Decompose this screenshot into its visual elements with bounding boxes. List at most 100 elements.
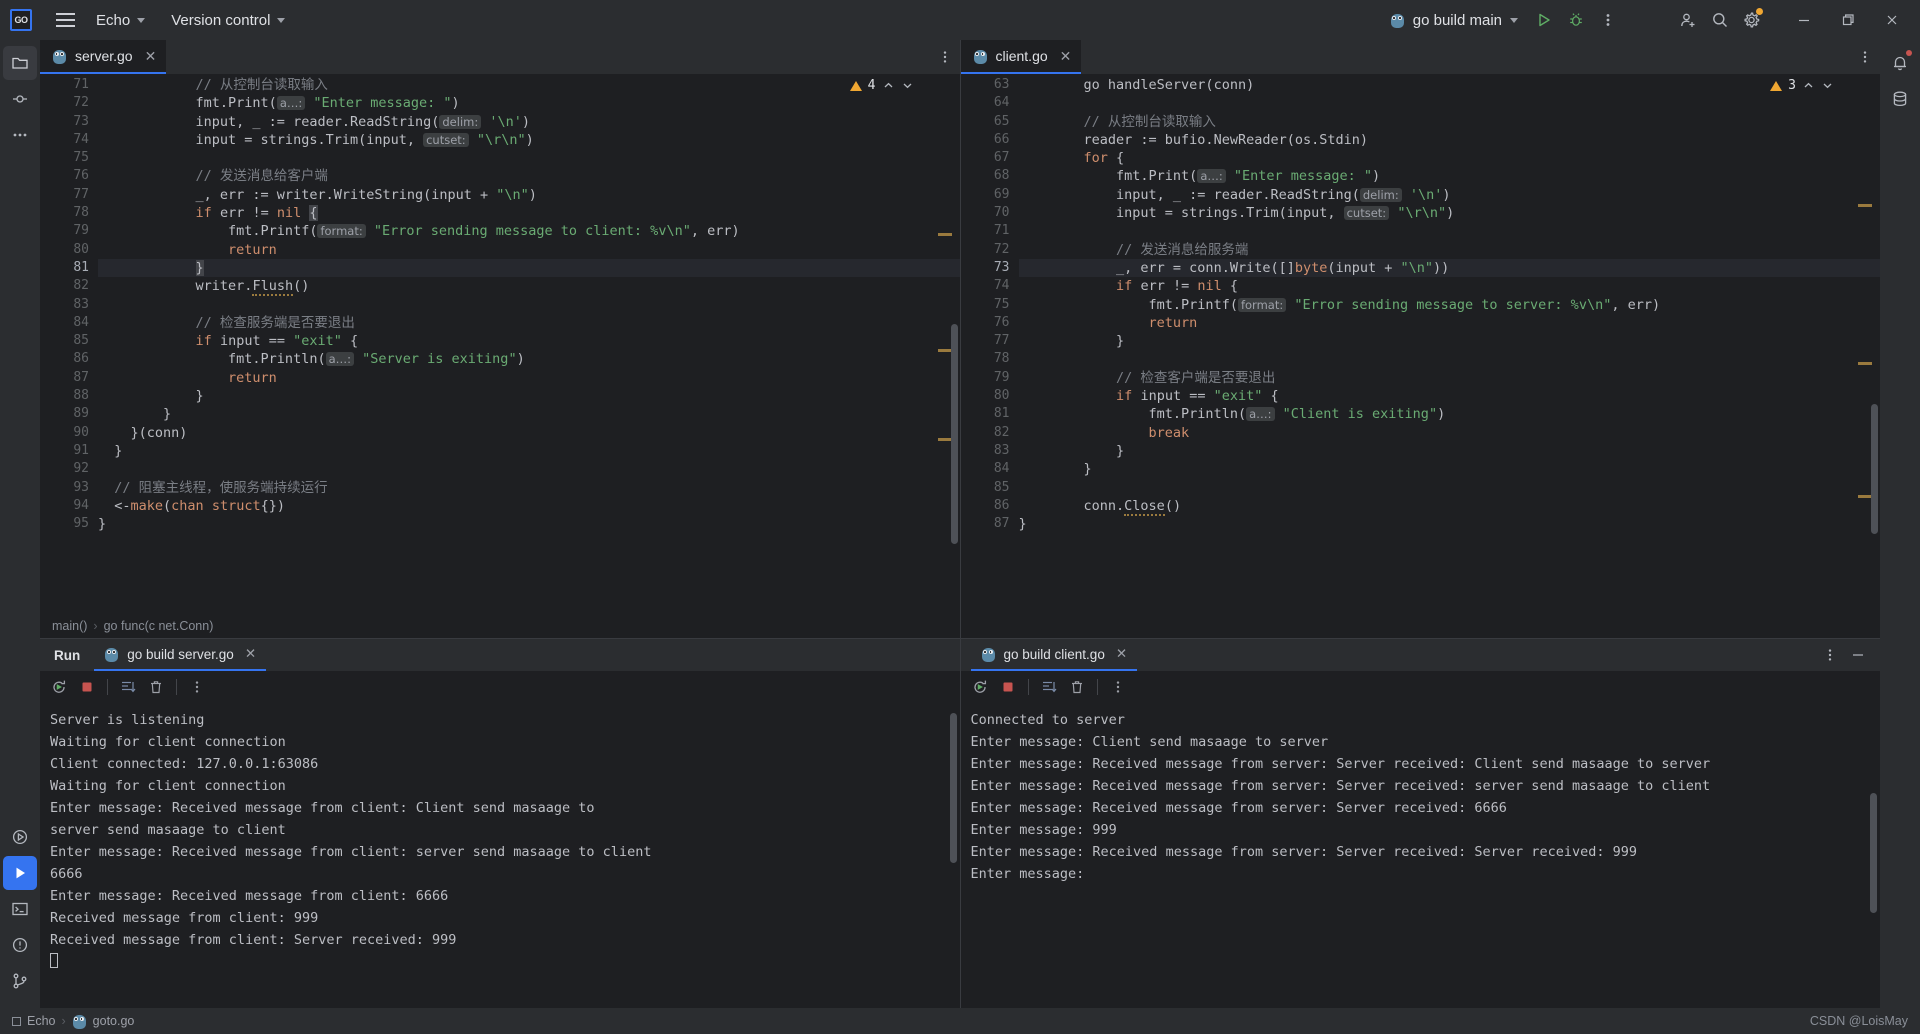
code-line[interactable]: go handleServer(conn): [1019, 76, 1881, 94]
code-line[interactable]: input = strings.Trim(input, cutset: "\r\…: [1019, 204, 1881, 222]
inspection-widget-left[interactable]: 4: [849, 78, 914, 93]
status-project-crumb[interactable]: Echo › goto.go: [12, 1013, 134, 1029]
tab-close-icon[interactable]: ✕: [1060, 48, 1072, 65]
code-line[interactable]: // 发送消息给服务端: [1019, 241, 1881, 259]
code-line[interactable]: }: [98, 405, 960, 423]
code-line[interactable]: }: [98, 387, 960, 405]
code-line[interactable]: fmt.Println(a…: "Server is exiting"): [98, 350, 960, 368]
run-options-icon[interactable]: [1816, 639, 1844, 671]
console-scrollbar[interactable]: [1870, 793, 1877, 913]
code-line[interactable]: fmt.Println(a…: "Client is exiting"): [1019, 405, 1881, 423]
maximize-button[interactable]: [1826, 0, 1870, 40]
code-line[interactable]: }(conn): [98, 424, 960, 442]
code-content-right[interactable]: go handleServer(conn) // 从控制台读取输入 reader…: [1018, 74, 1881, 614]
more-vertical-icon[interactable]: [184, 674, 210, 700]
notifications-icon[interactable]: [1883, 46, 1917, 80]
code-line[interactable]: // 检查服务端是否要退出: [98, 314, 960, 332]
sidebar-item-project[interactable]: [3, 46, 37, 80]
code-content-left[interactable]: // 从控制台读取输入 fmt.Print(a…: "Enter message…: [98, 74, 960, 614]
inspection-widget-right[interactable]: 3: [1770, 78, 1834, 93]
code-line[interactable]: [1019, 350, 1881, 368]
code-line[interactable]: }: [1019, 460, 1881, 478]
code-line[interactable]: // 从控制台读取输入: [98, 76, 960, 94]
tab-close-icon[interactable]: ✕: [145, 48, 157, 65]
code-line[interactable]: if input == "exit" {: [98, 332, 960, 350]
scroll-to-end-icon[interactable]: [1036, 674, 1062, 700]
run-tab-server[interactable]: go build server.go ✕: [94, 639, 267, 671]
close-button[interactable]: [1870, 0, 1914, 40]
code-line[interactable]: [98, 296, 960, 314]
tab-client-go[interactable]: client.go ✕: [960, 40, 1082, 74]
next-problem-icon[interactable]: [901, 79, 914, 92]
code-line[interactable]: [1019, 222, 1881, 240]
stop-icon[interactable]: [74, 674, 100, 700]
code-line[interactable]: if err != nil {: [98, 204, 960, 222]
run-configuration-selector[interactable]: go build main: [1380, 8, 1528, 33]
code-line[interactable]: conn.Close(): [1019, 497, 1881, 516]
sidebar-item-run[interactable]: [3, 856, 37, 890]
code-line[interactable]: fmt.Print(a…: "Enter message: "): [98, 94, 960, 112]
run-tab-close-icon[interactable]: ✕: [245, 646, 256, 662]
editor-options-right[interactable]: [1850, 40, 1880, 74]
search-button[interactable]: [1705, 5, 1735, 35]
code-line[interactable]: fmt.Printf(format: "Error sending messag…: [98, 222, 960, 240]
rerun-icon[interactable]: [46, 674, 72, 700]
code-line[interactable]: input, _ := reader.ReadString(delim: '\n…: [1019, 186, 1881, 204]
code-line[interactable]: input = strings.Trim(input, cutset: "\r\…: [98, 131, 960, 149]
code-line[interactable]: _, err = conn.Write([]byte(input + "\n")…: [1018, 258, 1880, 278]
prev-problem-icon[interactable]: [1802, 79, 1815, 92]
sidebar-item-commit[interactable]: [3, 82, 37, 116]
editor-vertical-scrollbar-left[interactable]: [950, 324, 958, 544]
console-output-left[interactable]: Server is listening Waiting for client co…: [40, 703, 960, 1008]
sidebar-item-more-tools[interactable]: [3, 118, 37, 152]
code-editor-left[interactable]: 71 72 73 74 75 76 77 78 79 80 81 82 83 84 85 86 87 88 89 90…: [40, 74, 960, 614]
code-line[interactable]: <-make(chan struct{}): [98, 497, 960, 515]
code-line[interactable]: // 阻塞主线程，使服务端持续运行: [98, 479, 960, 497]
breadcrumb-item[interactable]: main(): [52, 619, 87, 633]
minimize-button[interactable]: [1782, 0, 1826, 40]
code-line[interactable]: }: [1019, 332, 1881, 350]
hide-panel-icon[interactable]: [1844, 639, 1872, 671]
debug-button[interactable]: [1561, 5, 1591, 35]
code-line[interactable]: reader := bufio.NewReader(os.Stdin): [1019, 131, 1881, 149]
code-line[interactable]: if input == "exit" {: [1019, 387, 1881, 405]
console-scrollbar[interactable]: [949, 713, 957, 863]
console-output-right[interactable]: Connected to server Enter message: Client…: [960, 703, 1880, 1008]
code-line[interactable]: [98, 460, 960, 478]
clear-all-icon[interactable]: [1064, 674, 1090, 700]
prev-problem-icon[interactable]: [882, 79, 895, 92]
code-line[interactable]: }: [1019, 442, 1881, 460]
code-line[interactable]: fmt.Printf(format: "Error sending messag…: [1019, 296, 1881, 314]
editor-options-left[interactable]: [929, 40, 960, 74]
sidebar-item-problems[interactable]: [3, 928, 37, 962]
run-button[interactable]: [1529, 5, 1559, 35]
stop-icon[interactable]: [995, 674, 1021, 700]
code-line[interactable]: }: [1019, 515, 1881, 533]
breadcrumb-item[interactable]: go func(c net.Conn): [104, 619, 214, 633]
more-actions-button[interactable]: [1593, 5, 1623, 35]
code-line[interactable]: [1019, 94, 1881, 112]
code-line[interactable]: break: [1019, 424, 1881, 442]
add-user-button[interactable]: [1673, 5, 1703, 35]
main-menu-icon[interactable]: [50, 5, 80, 35]
code-line[interactable]: // 从控制台读取输入: [1019, 113, 1881, 131]
project-menu[interactable]: Echo: [86, 7, 155, 34]
code-line[interactable]: }: [98, 258, 960, 278]
code-line[interactable]: return: [98, 241, 960, 259]
database-icon[interactable]: [1883, 82, 1917, 116]
code-line[interactable]: [98, 149, 960, 167]
code-line[interactable]: return: [1019, 314, 1881, 332]
sidebar-item-version-control[interactable]: [3, 964, 37, 998]
code-line[interactable]: if err != nil {: [1019, 277, 1881, 295]
run-tab-close-icon[interactable]: ✕: [1116, 646, 1127, 662]
run-tab-client[interactable]: go build client.go ✕: [970, 639, 1138, 671]
clear-all-icon[interactable]: [143, 674, 169, 700]
more-vertical-icon[interactable]: [1105, 674, 1131, 700]
code-line[interactable]: _, err := writer.WriteString(input + "\n…: [98, 186, 960, 204]
settings-button[interactable]: [1737, 5, 1767, 35]
code-line[interactable]: // 发送消息给客户端: [98, 167, 960, 185]
code-line[interactable]: }: [98, 515, 960, 533]
code-line[interactable]: writer.Flush(): [98, 277, 960, 297]
editor-vertical-scrollbar-right[interactable]: [1871, 404, 1878, 534]
tab-server-go[interactable]: server.go ✕: [40, 40, 167, 74]
